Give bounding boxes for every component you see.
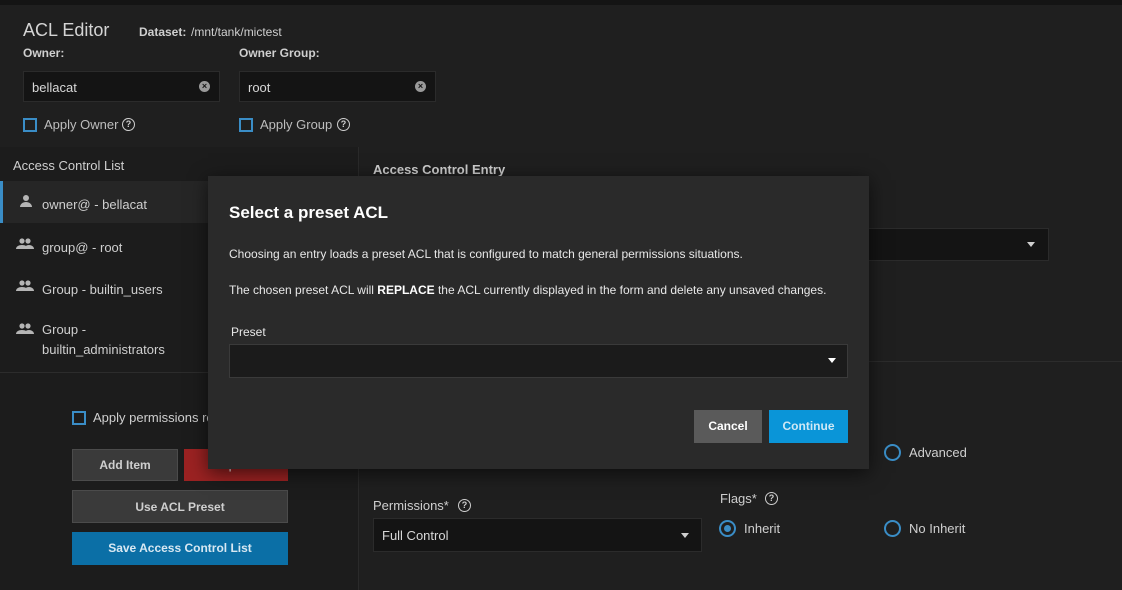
inherit-radio[interactable]: [719, 520, 736, 537]
inherit-label: Inherit: [744, 521, 781, 536]
acl-item-label-line2: builtin_administrators: [42, 342, 165, 357]
dialog-description: Choosing an entry loads a preset ACL tha…: [229, 247, 743, 261]
dataset-label: Dataset:: [139, 25, 187, 39]
flags-help-icon[interactable]: ?: [765, 492, 778, 505]
advanced-label: Advanced: [909, 445, 967, 460]
acl-item-label: Group -: [42, 322, 87, 337]
dialog-warning-post: the ACL currently displayed in the form …: [434, 283, 827, 297]
apply-recursive-checkbox[interactable]: [72, 411, 86, 425]
dialog-title: Select a preset ACL: [229, 203, 389, 222]
permissions-select-value: Full Control: [382, 528, 449, 543]
chevron-down-icon: [1027, 242, 1035, 247]
ace-title: Access Control Entry: [373, 162, 506, 177]
preset-select[interactable]: [229, 344, 848, 378]
apply-owner-label: Apply Owner: [44, 117, 119, 132]
ace-divider: [860, 361, 1122, 362]
chevron-down-icon: [681, 533, 689, 538]
preset-label: Preset: [231, 325, 266, 339]
clear-owner-icon[interactable]: ×: [199, 81, 210, 92]
permissions-label: Permissions*: [373, 498, 449, 513]
dialog-warning: The chosen preset ACL will REPLACE the A…: [229, 283, 826, 297]
owner-group-label: Owner Group:: [239, 46, 320, 60]
add-item-button[interactable]: Add Item: [72, 449, 178, 481]
apply-recursive-label: Apply permissions re: [93, 410, 214, 425]
owner-group-input-value: root: [248, 80, 271, 95]
advanced-radio[interactable]: [884, 444, 901, 461]
permissions-help-icon[interactable]: ?: [458, 499, 471, 512]
dialog-warning-pre: The chosen preset ACL will: [229, 283, 378, 297]
no-inherit-radio[interactable]: [884, 520, 901, 537]
apply-group-checkbox[interactable]: [239, 118, 253, 132]
dialog-warning-bold: REPLACE: [377, 283, 435, 297]
person-icon: [19, 194, 37, 208]
permissions-select[interactable]: Full Control: [373, 518, 702, 552]
acl-item-label: group@ - root: [42, 240, 123, 255]
group-icon: [16, 279, 34, 293]
acl-item-label: Group - builtin_users: [42, 282, 163, 297]
owner-input[interactable]: bellacat: [23, 71, 220, 102]
clear-owner-group-icon[interactable]: ×: [415, 81, 426, 92]
owner-group-input[interactable]: root: [239, 71, 436, 102]
save-acl-button[interactable]: Save Access Control List: [72, 532, 288, 565]
use-acl-preset-button[interactable]: Use ACL Preset: [72, 490, 288, 523]
apply-owner-help-icon[interactable]: ?: [122, 118, 135, 131]
acl-item-label: owner@ - bellacat: [42, 197, 147, 212]
cancel-button[interactable]: Cancel: [694, 410, 762, 443]
no-inherit-label: No Inherit: [909, 521, 966, 536]
chevron-down-icon: [828, 358, 836, 363]
acl-list-heading: Access Control List: [13, 158, 125, 173]
owner-input-value: bellacat: [32, 80, 77, 95]
owner-label: Owner:: [23, 46, 65, 60]
page-title: ACL Editor: [23, 20, 110, 40]
dataset-path: /mnt/tank/mictest: [191, 25, 282, 39]
group-icon: [16, 237, 34, 251]
flags-label: Flags*: [720, 491, 757, 506]
apply-group-help-icon[interactable]: ?: [337, 118, 350, 131]
apply-group-label: Apply Group: [260, 117, 333, 132]
apply-owner-checkbox[interactable]: [23, 118, 37, 132]
continue-button[interactable]: Continue: [769, 410, 848, 443]
ace-select-partial[interactable]: [860, 228, 1049, 261]
group-icon: [16, 322, 34, 336]
